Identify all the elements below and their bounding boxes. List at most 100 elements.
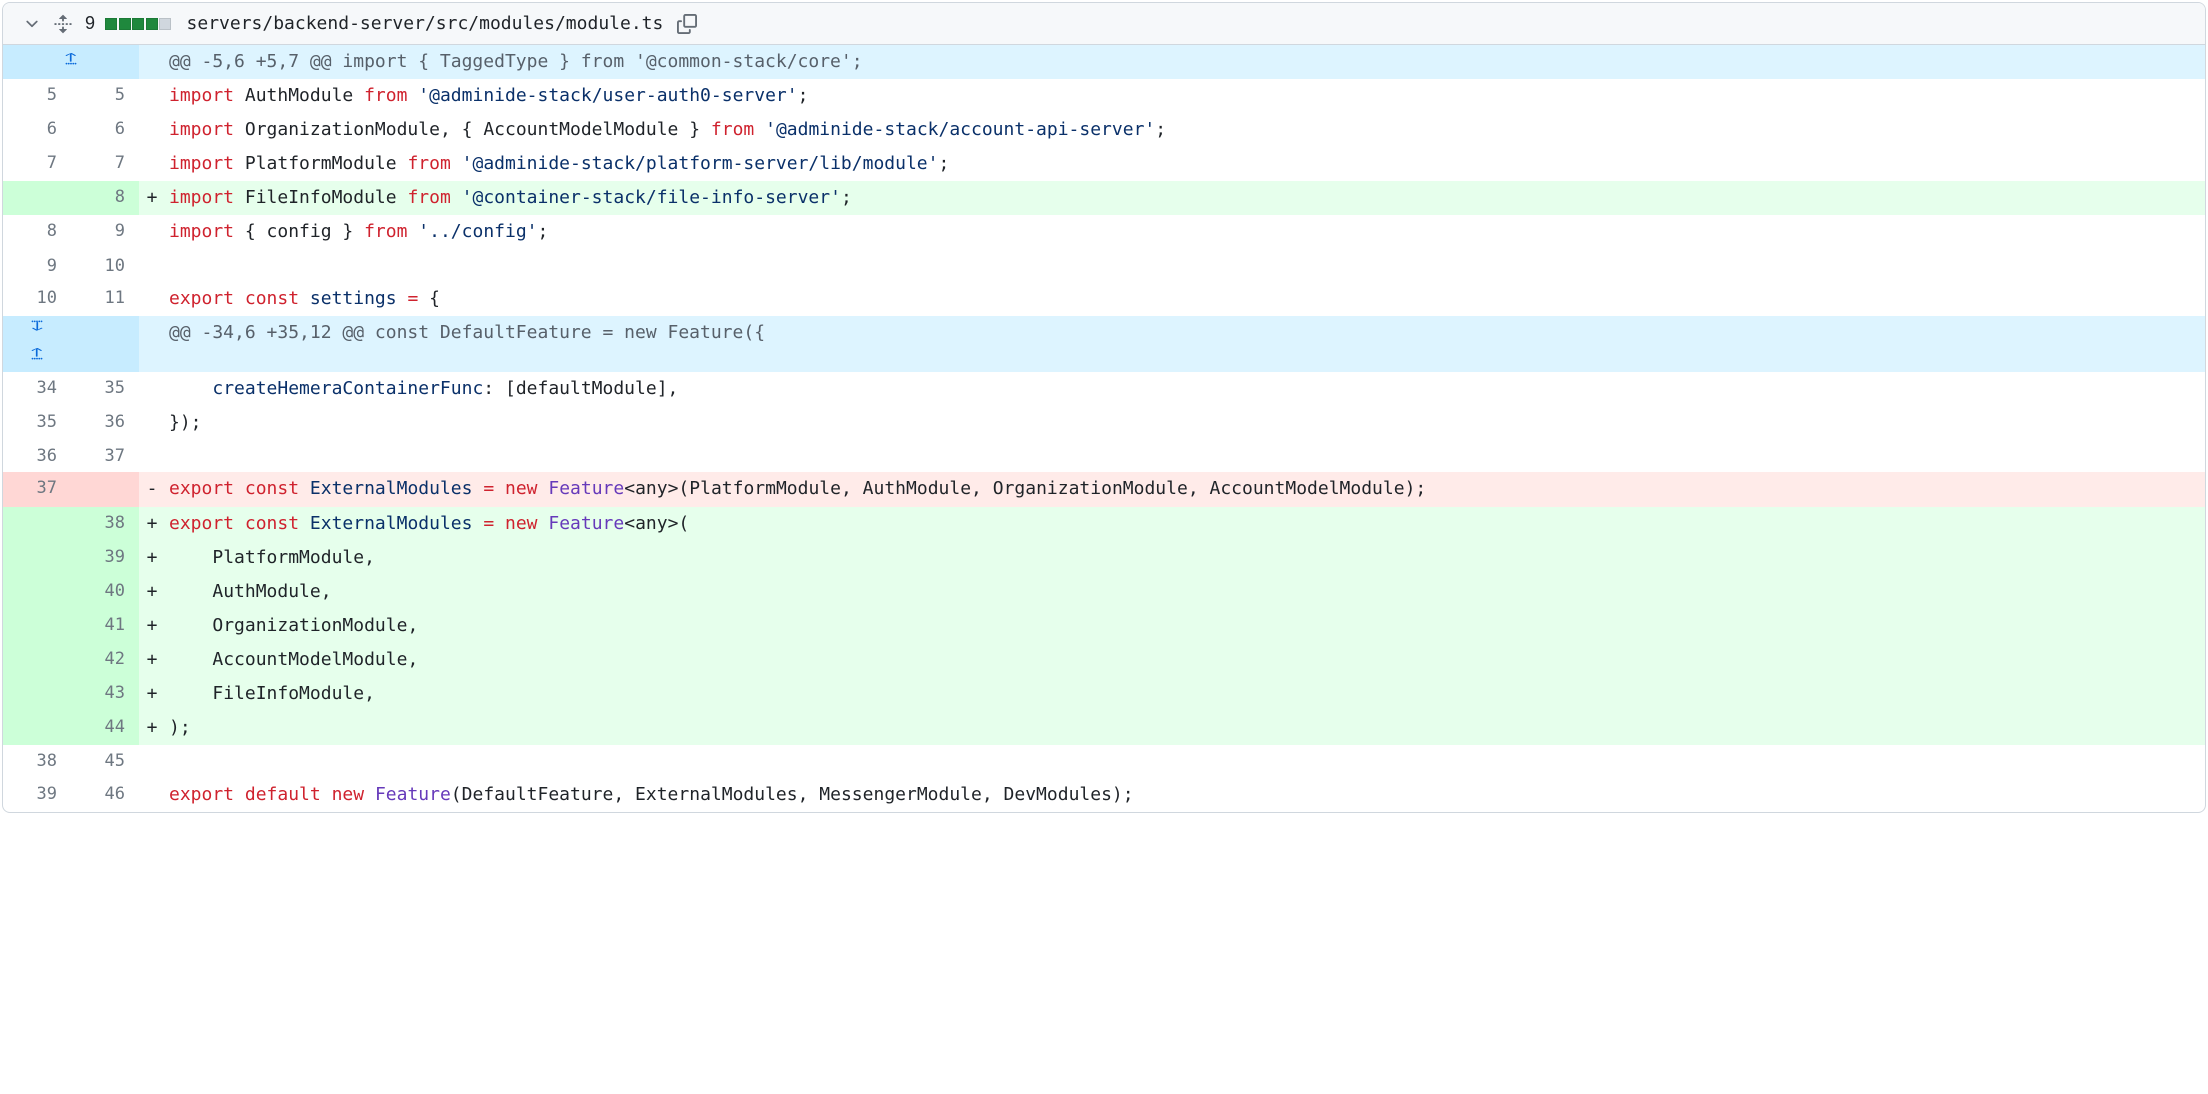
code-content[interactable]: import { config } from '../config'; (165, 215, 2205, 249)
line-number-new[interactable]: 39 (71, 541, 139, 575)
line-number-old[interactable] (3, 181, 71, 215)
line-number-old[interactable]: 38 (3, 745, 71, 778)
chevron-down-icon[interactable] (23, 15, 41, 33)
code-content[interactable]: export const ExternalModules = new Featu… (165, 472, 2205, 506)
diff-marker (139, 250, 165, 283)
code-content[interactable]: export const ExternalModules = new Featu… (165, 507, 2205, 541)
line-number-old[interactable]: 8 (3, 215, 71, 249)
expand-file-icon[interactable] (53, 14, 73, 34)
line-number-old[interactable] (3, 711, 71, 745)
file-path[interactable]: servers/backend-server/src/modules/modul… (187, 13, 664, 34)
line-number-new[interactable]: 38 (71, 507, 139, 541)
line-number-new[interactable]: 45 (71, 745, 139, 778)
diff-line-addition: 43+ FileInfoModule, (3, 677, 2205, 711)
diff-marker: + (139, 711, 165, 745)
line-number-old[interactable]: 35 (3, 406, 71, 440)
code-content[interactable]: }); (165, 406, 2205, 440)
line-number-old[interactable]: 9 (3, 250, 71, 283)
diff-line-addition: 39+ PlatformModule, (3, 541, 2205, 575)
line-number-old[interactable]: 6 (3, 113, 71, 147)
code-content[interactable]: PlatformModule, (165, 541, 2205, 575)
line-number-old[interactable] (3, 575, 71, 609)
diff-line-addition: 8+import FileInfoModule from '@container… (3, 181, 2205, 215)
line-number-old[interactable]: 10 (3, 282, 71, 316)
diff-marker: - (139, 472, 165, 506)
diff-line-context: 1011 export const settings = { (3, 282, 2205, 316)
diff-bar-add (119, 18, 131, 30)
line-number-old[interactable] (3, 643, 71, 677)
diff-stat-bars (105, 18, 173, 30)
line-number-new[interactable]: 43 (71, 677, 139, 711)
diff-line-addition: 44+); (3, 711, 2205, 745)
expand-up-button[interactable] (3, 344, 71, 372)
diff-marker (139, 745, 165, 778)
line-number-new[interactable]: 10 (71, 250, 139, 283)
line-number-new[interactable]: 6 (71, 113, 139, 147)
diff-line-context: 3946 export default new Feature(DefaultFe… (3, 778, 2205, 812)
code-content[interactable]: OrganizationModule, (165, 609, 2205, 643)
line-number-new[interactable]: 36 (71, 406, 139, 440)
hunk-header: @@ -34,6 +35,12 @@ const DefaultFeature … (3, 316, 2205, 344)
code-content[interactable]: import FileInfoModule from '@container-s… (165, 181, 2205, 215)
line-number-old[interactable] (3, 609, 71, 643)
code-content[interactable]: export default new Feature(DefaultFeatur… (165, 778, 2205, 812)
diff-line-context: 77 import PlatformModule from '@adminide-… (3, 147, 2205, 181)
diff-file-container: 9 servers/backend-server/src/modules/mod… (2, 2, 2206, 813)
line-number-old[interactable]: 7 (3, 147, 71, 181)
line-number-old[interactable] (3, 677, 71, 711)
diff-marker: + (139, 643, 165, 677)
expand-down-button[interactable] (3, 316, 71, 344)
line-number-new[interactable]: 7 (71, 147, 139, 181)
line-number-new[interactable]: 5 (71, 79, 139, 113)
hunk-header: @@ -5,6 +5,7 @@ import { TaggedType } fr… (3, 45, 2205, 79)
diff-line-context: 3845 (3, 745, 2205, 778)
file-header: 9 servers/backend-server/src/modules/mod… (3, 3, 2205, 45)
diff-line-context: 3637 (3, 440, 2205, 473)
code-content[interactable]: import PlatformModule from '@adminide-st… (165, 147, 2205, 181)
code-content[interactable]: ); (165, 711, 2205, 745)
diff-marker (139, 147, 165, 181)
line-number-old[interactable]: 36 (3, 440, 71, 473)
line-number-new[interactable]: 11 (71, 282, 139, 316)
diff-line-deletion: 37 -export const ExternalModules = new Fe… (3, 472, 2205, 506)
copy-path-icon[interactable] (677, 14, 697, 34)
line-number-old[interactable]: 37 (3, 472, 71, 506)
line-number-old[interactable]: 39 (3, 778, 71, 812)
code-content[interactable] (165, 440, 2205, 473)
hunk-text: @@ -34,6 +35,12 @@ const DefaultFeature … (165, 316, 2205, 371)
line-number-old[interactable] (3, 541, 71, 575)
line-number-old[interactable] (3, 507, 71, 541)
code-content[interactable] (165, 745, 2205, 778)
line-number-new[interactable]: 44 (71, 711, 139, 745)
line-number-new[interactable]: 37 (71, 440, 139, 473)
code-content[interactable]: export const settings = { (165, 282, 2205, 316)
line-number-new[interactable]: 42 (71, 643, 139, 677)
diff-marker (139, 282, 165, 316)
diff-line-context: 910 (3, 250, 2205, 283)
line-number-new[interactable] (71, 472, 139, 506)
line-number-new[interactable]: 46 (71, 778, 139, 812)
code-content[interactable] (165, 250, 2205, 283)
diff-marker: + (139, 541, 165, 575)
diff-marker (139, 79, 165, 113)
line-number-new[interactable]: 9 (71, 215, 139, 249)
code-content[interactable]: import AuthModule from '@adminide-stack/… (165, 79, 2205, 113)
line-number-old[interactable]: 5 (3, 79, 71, 113)
code-content[interactable]: createHemeraContainerFunc: [defaultModul… (165, 372, 2205, 406)
diff-line-context: 66 import OrganizationModule, { AccountMo… (3, 113, 2205, 147)
diff-marker (139, 406, 165, 440)
code-content[interactable]: FileInfoModule, (165, 677, 2205, 711)
line-number-new[interactable]: 41 (71, 609, 139, 643)
diff-marker: + (139, 507, 165, 541)
expand-up-button[interactable] (3, 45, 139, 79)
line-number-new[interactable]: 8 (71, 181, 139, 215)
code-content[interactable]: AccountModelModule, (165, 643, 2205, 677)
line-number-new[interactable]: 35 (71, 372, 139, 406)
diff-line-context: 55 import AuthModule from '@adminide-stac… (3, 79, 2205, 113)
diff-table: @@ -5,6 +5,7 @@ import { TaggedType } fr… (3, 45, 2205, 812)
diff-line-addition: 38+export const ExternalModules = new Fe… (3, 507, 2205, 541)
code-content[interactable]: AuthModule, (165, 575, 2205, 609)
line-number-old[interactable]: 34 (3, 372, 71, 406)
line-number-new[interactable]: 40 (71, 575, 139, 609)
code-content[interactable]: import OrganizationModule, { AccountMode… (165, 113, 2205, 147)
